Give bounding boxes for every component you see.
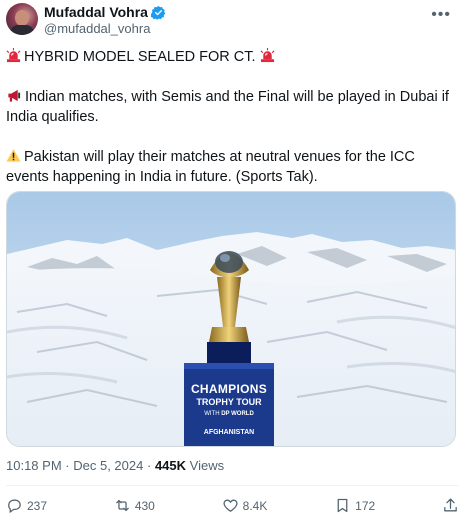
divider (6, 485, 459, 486)
like-count: 8.4K (242, 498, 268, 513)
banner-subtitle: TROPHY TOUR (196, 397, 262, 407)
reply-icon (8, 499, 21, 514)
siren-icon (6, 48, 21, 63)
verified-badge-icon (150, 5, 166, 20)
more-options-icon[interactable]: ••• (431, 6, 451, 24)
tweet-metadata: 10:18 PM · Dec 5, 2024 · 445K Views (6, 458, 224, 473)
reply-button[interactable]: 237 (6, 497, 47, 514)
banner-sponsor: DP WORLD (221, 411, 254, 417)
tweet-line-3-text: Pakistan will play their matches at neut… (6, 149, 415, 185)
bookmark-count: 172 (355, 498, 376, 513)
meta-separator: · (146, 458, 152, 473)
heart-icon (223, 499, 238, 512)
tweet-date[interactable]: Dec 5, 2024 (73, 458, 143, 473)
bookmark-button[interactable]: 172 (334, 497, 375, 514)
avatar[interactable] (6, 3, 38, 35)
views-label: Views (189, 458, 225, 473)
author-name-row: Mufaddal Vohra (44, 4, 166, 20)
banner-sponsor-row: WITH DP WORLD (184, 411, 274, 417)
meta-separator: · (65, 458, 70, 473)
views-count: 445K (154, 458, 187, 473)
avatar-face (15, 10, 29, 26)
tweet-line-3: Pakistan will play their matches at neut… (6, 147, 456, 187)
tweet-time[interactable]: 10:18 PM (6, 458, 62, 473)
megaphone-icon (8, 89, 21, 102)
avatar-shirt (10, 25, 34, 35)
author-display-name[interactable]: Mufaddal Vohra (44, 4, 148, 20)
reply-count: 237 (27, 498, 48, 513)
tweet-media-image[interactable]: CHAMPIONS TROPHY TOUR WITH DP WORLD AFGH… (6, 191, 456, 447)
repost-icon (116, 499, 129, 512)
tweet-line-2-text: Indian matches, with Semis and the Final… (6, 89, 449, 125)
like-button[interactable]: 8.4K (222, 497, 268, 514)
tweet-line-1: HYBRID MODEL SEALED FOR CT. (6, 47, 456, 67)
author-handle[interactable]: @mufaddal_vohra (44, 21, 150, 36)
repost-count: 430 (134, 498, 155, 513)
banner-location: AFGHANISTAN (203, 429, 255, 436)
tweet-line-1-text: HYBRID MODEL SEALED FOR CT. (24, 49, 256, 65)
repost-button[interactable]: 430 (114, 497, 155, 514)
share-button[interactable] (442, 497, 459, 514)
tweet-line-2: Indian matches, with Semis and the Final… (6, 87, 456, 127)
tweet-text: HYBRID MODEL SEALED FOR CT. Indian match… (6, 47, 456, 187)
banner-title: CHAMPIONS (190, 382, 268, 396)
bookmark-icon (337, 498, 348, 513)
warning-icon (6, 148, 21, 162)
share-icon (444, 498, 457, 512)
siren-icon (260, 48, 275, 63)
action-bar: 237 430 8.4K 172 (6, 497, 459, 514)
banner-with: WITH (204, 411, 220, 417)
trophy-tour-banner: CHAMPIONS TROPHY TOUR WITH DP WORLD AFGH… (184, 382, 274, 436)
